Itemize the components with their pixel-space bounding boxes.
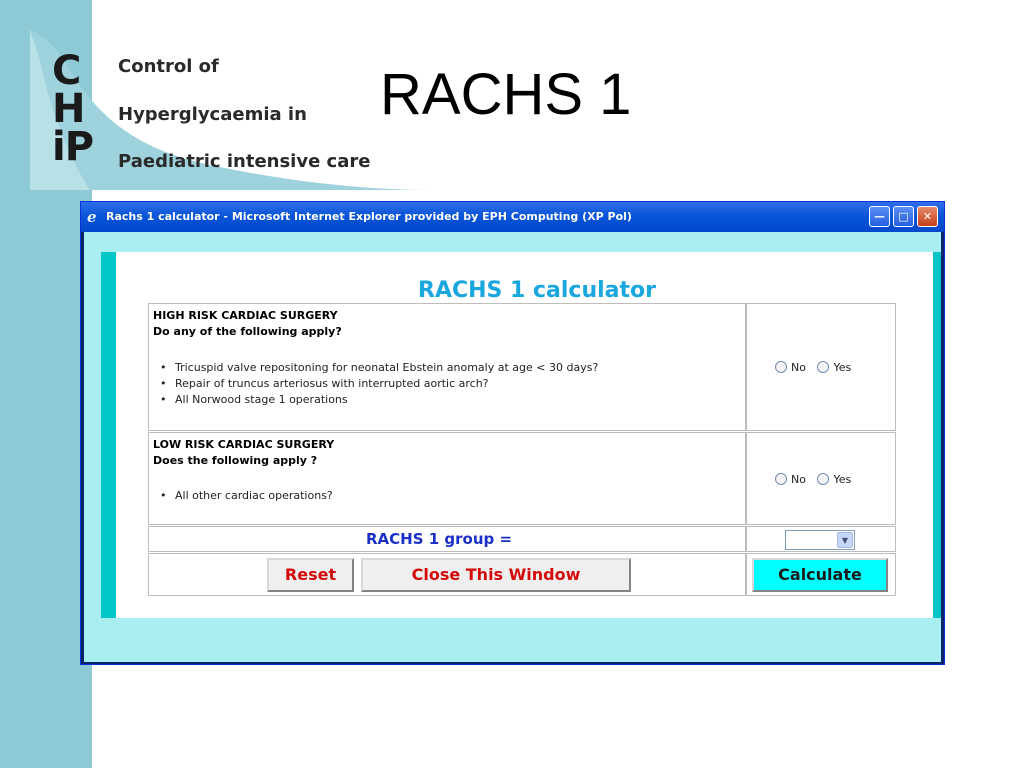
high-risk-no-radio[interactable] [775,361,787,373]
calculate-cell: Calculate [746,553,896,596]
high-risk-title: HIGH RISK CARDIAC SURGERY [153,309,338,322]
logo-letter-ip: iP [52,124,94,170]
group-select-cell: ▼ [746,526,896,552]
minimize-icon: — [874,210,885,223]
radio-label-yes: Yes [833,361,852,374]
ie-logo-icon: e [87,208,97,226]
radio-label-no: No [791,473,806,486]
close-icon: ✕ [922,210,933,223]
maximize-button[interactable]: □ [893,206,914,227]
list-item: All other cardiac operations? [160,488,333,504]
chevron-down-icon[interactable]: ▼ [837,532,853,548]
group-select[interactable]: ▼ [785,530,855,550]
high-risk-radio-group: No Yes [775,361,859,374]
high-risk-question: HIGH RISK CARDIAC SURGERY Do any of the … [148,303,746,431]
radio-label-yes: Yes [833,473,852,486]
maximize-icon: □ [898,210,909,223]
group-label: RACHS 1 group = [366,530,513,548]
low-risk-question: LOW RISK CARDIAC SURGERY Does the follow… [148,432,746,525]
logo-letter-c: C [52,48,81,94]
low-risk-radio-group: No Yes [775,473,859,486]
radio-label-no: No [791,361,806,374]
low-risk-answer: No Yes [746,432,896,525]
logo-line-2: Hyperglycaemia in [118,104,307,125]
group-row: RACHS 1 group = [148,526,746,552]
logo-line-3: Paediatric intensive care [118,151,371,172]
list-item: Tricuspid valve repositoning for neonata… [160,360,598,376]
calculate-button[interactable]: Calculate [752,558,888,592]
calculator-heading: RACHS 1 calculator [418,278,656,303]
window-title: Rachs 1 calculator - Microsoft Internet … [106,210,632,223]
high-risk-list: Tricuspid valve repositoning for neonata… [160,360,598,408]
logo-line-1: Control of [118,56,219,77]
chip-logo: C H iP [52,48,104,170]
low-risk-title: LOW RISK CARDIAC SURGERY [153,438,335,451]
low-risk-no-radio[interactable] [775,473,787,485]
list-item: All Norwood stage 1 operations [160,392,598,408]
reset-button[interactable]: Reset [267,558,354,592]
minimize-button[interactable]: — [869,206,890,227]
slide-title: RACHS 1 [380,62,632,127]
close-window-button[interactable]: ✕ [917,206,938,227]
close-window-form-button[interactable]: Close This Window [361,558,631,592]
calculator-table: HIGH RISK CARDIAC SURGERY Do any of the … [68,303,896,596]
low-risk-yes-radio[interactable] [817,473,830,485]
buttons-row: Reset Close This Window [148,553,746,596]
logo-letter-h: H [52,86,85,132]
low-risk-subtitle: Does the following apply ? [153,454,318,467]
low-risk-list: All other cardiac operations? [160,488,333,504]
high-risk-answer: No Yes [746,303,896,431]
high-risk-subtitle: Do any of the following apply? [153,325,342,338]
high-risk-yes-radio[interactable] [817,361,830,373]
window-titlebar[interactable]: e Rachs 1 calculator - Microsoft Interne… [81,202,944,232]
list-item: Repair of truncus arteriosus with interr… [160,376,598,392]
